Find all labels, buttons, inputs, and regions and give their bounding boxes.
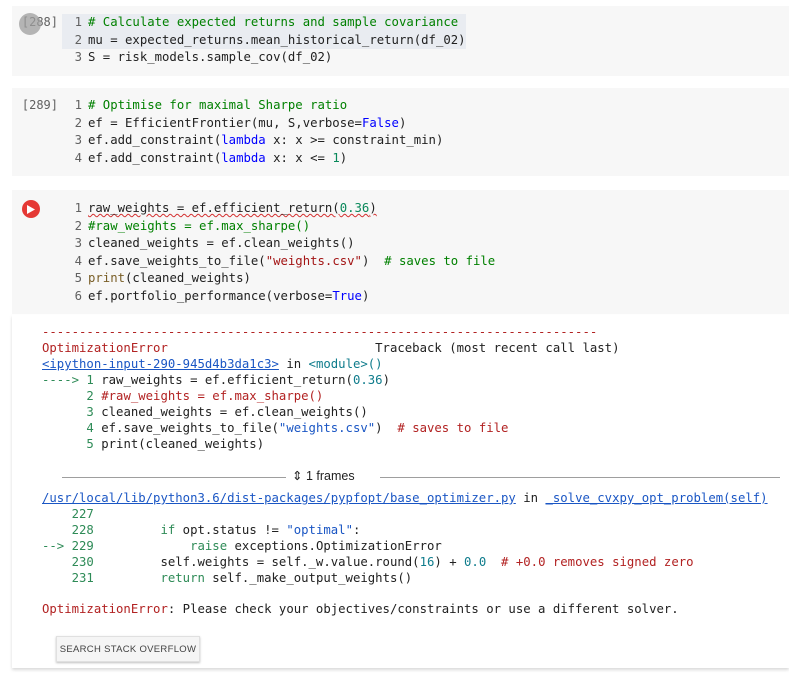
code-line: 3 ef.add_constraint(lambda x: x >= constr…	[74, 133, 444, 148]
source-line: 228 if opt.status != "optimal":	[42, 523, 361, 537]
code-editor[interactable]: 1 # Optimise for maximal Sharpe ratio 2 ef…	[62, 97, 444, 167]
frames-divider	[380, 477, 780, 478]
traceback-line: 3 cleaned_weights = ef.clean_weights()	[86, 405, 368, 419]
code-line: 1 # Optimise for maximal Sharpe ratio	[74, 98, 348, 112]
code-line: 1 # Calculate expected returns and sample…	[62, 14, 466, 32]
ipython-input-link[interactable]: <ipython-input-290-945d4b3da1c3>	[42, 357, 279, 371]
code-line: 4 ef.add_constraint(lambda x: x <= 1)	[74, 150, 348, 165]
traceback-line: 5 print(cleaned_weights)	[86, 437, 265, 451]
code-editor[interactable]: 1 # Calculate expected returns and sample…	[62, 14, 466, 67]
source-line: 231 return self._make_output_weights()	[42, 571, 413, 585]
function-link[interactable]: _solve_cvxpy_opt_problem(self)	[545, 491, 767, 505]
file-link[interactable]: /usr/local/lib/python3.6/dist-packages/p…	[42, 491, 516, 505]
traceback-line: 4 ef.save_weights_to_file("weights.csv")…	[86, 421, 509, 435]
code-line: 3 cleaned_weights = ef.clean_weights()	[74, 236, 355, 251]
code-line: 2 mu = expected_returns.mean_historical_r…	[62, 31, 466, 50]
code-line: 1 raw_weights = ef.efficient_return(0.36)	[74, 201, 377, 215]
cell-prompt: [289]	[21, 98, 58, 112]
source-line: 230 self.weights = self._w.value.round(1…	[42, 555, 694, 569]
source-line: --> 229 raise exceptions.OptimizationErr…	[42, 539, 442, 553]
code-line: 6 ef.portfolio_performance(verbose=True)	[74, 288, 370, 303]
frames-toggle[interactable]: ⇕ 1 frames	[286, 468, 361, 483]
search-stack-overflow-button[interactable]: SEARCH STACK OVERFLOW	[56, 636, 200, 662]
source-line: 227	[42, 507, 94, 521]
traceback-dashes: ----------------------------------------…	[42, 325, 598, 339]
code-line: 4 ef.save_weights_to_file("weights.csv") …	[74, 253, 496, 268]
code-cell-3[interactable]: 1 raw_weights = ef.efficient_return(0.36)…	[12, 190, 789, 314]
traceback-location: <ipython-input-290-945d4b3da1c3> in <mod…	[42, 357, 383, 371]
code-editor[interactable]: 1 raw_weights = ef.efficient_return(0.36)…	[62, 200, 496, 306]
code-line: 5 print(cleaned_weights)	[74, 271, 251, 286]
traceback-line: ----> 1 raw_weights = ef.efficient_retur…	[42, 373, 390, 387]
frames-divider	[62, 477, 288, 478]
traceback-line: 2 #raw_weights = ef.max_sharpe()	[86, 389, 324, 403]
play-icon	[27, 204, 35, 214]
code-line: 2 ef = EfficientFrontier(mu, S,verbose=Fa…	[74, 115, 407, 130]
code-cell-1[interactable]: [288] 1# Calculate expected returns and …	[12, 6, 789, 76]
cursor-circle-icon	[19, 13, 41, 35]
traceback-header: OptimizationError Traceback (most recent…	[42, 341, 620, 355]
code-cell-2[interactable]: [289] 1 # Optimise for maximal Sharpe rat…	[12, 88, 789, 176]
error-message: OptimizationError: Please check your obj…	[42, 602, 679, 616]
run-cell-button[interactable]	[22, 200, 40, 218]
code-line: 2 #raw_weights = ef.max_sharpe()	[74, 218, 311, 233]
code-line: 3S = risk_models.sample_cov(df_02)	[74, 50, 333, 65]
expand-icon: ⇕	[292, 469, 303, 483]
traceback-file: /usr/local/lib/python3.6/dist-packages/p…	[42, 491, 768, 505]
